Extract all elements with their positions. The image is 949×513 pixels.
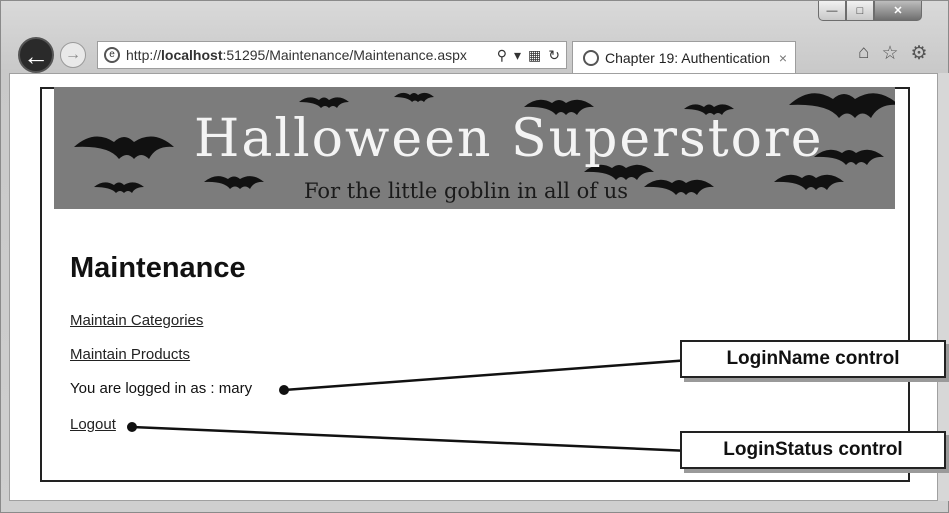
logged-in-prefix: You are logged in as :: [70, 380, 219, 397]
login-name-text: You are logged in as : mary: [70, 380, 252, 397]
banner-image: Halloween Superstore For the little gobl…: [54, 87, 895, 209]
banner-title: Halloween Superstore: [194, 109, 824, 169]
browser-toolbar: ⌂ ☆ ⚙: [858, 42, 928, 65]
page-title: Maintenance: [70, 252, 246, 284]
tab-title: Chapter 19: Authentication: [605, 49, 771, 66]
window-controls: — □ ✕: [818, 1, 922, 23]
compatibility-icon[interactable]: ▦: [528, 47, 541, 64]
minimize-button[interactable]: —: [818, 1, 846, 21]
loginstatus-callout: LoginStatus control: [680, 431, 946, 469]
favorites-star-icon[interactable]: ☆: [881, 42, 898, 65]
refresh-icon[interactable]: ↻: [548, 47, 560, 64]
dropdown-icon[interactable]: ▾: [514, 47, 521, 64]
maintain-categories-link[interactable]: Maintain Categories: [70, 312, 203, 329]
url-text[interactable]: http://localhost:51295/Maintenance/Maint…: [126, 47, 467, 63]
url-host: localhost: [161, 47, 223, 63]
address-bar-icons: ⚲ ▾ ▦ ↻: [497, 47, 566, 64]
url-prefix: http://: [126, 47, 162, 63]
tab-close-icon[interactable]: ×: [779, 50, 787, 66]
tab-chapter-19[interactable]: Chapter 19: Authentication ×: [572, 41, 796, 73]
loginname-callout: LoginName control: [680, 340, 946, 378]
back-arrow-icon[interactable]: ←: [18, 37, 54, 73]
forward-arrow-icon[interactable]: →: [60, 42, 86, 68]
ie-page-icon: e: [104, 47, 120, 63]
banner-subtitle: For the little goblin in all of us: [304, 179, 629, 203]
maintain-products-link[interactable]: Maintain Products: [70, 346, 190, 363]
address-bar[interactable]: e http://localhost:51295/Maintenance/Mai…: [97, 41, 567, 69]
home-icon[interactable]: ⌂: [858, 42, 869, 65]
close-button[interactable]: ✕: [874, 1, 922, 21]
maximize-button[interactable]: □: [846, 1, 874, 21]
ie-tab-icon: [583, 49, 599, 66]
logout-link[interactable]: Logout: [70, 416, 116, 433]
logged-in-user: mary: [218, 380, 253, 397]
settings-gear-icon[interactable]: ⚙: [911, 42, 928, 65]
search-icon[interactable]: ⚲: [497, 47, 507, 64]
url-path: :51295/Maintenance/Maintenance.aspx: [222, 47, 467, 63]
